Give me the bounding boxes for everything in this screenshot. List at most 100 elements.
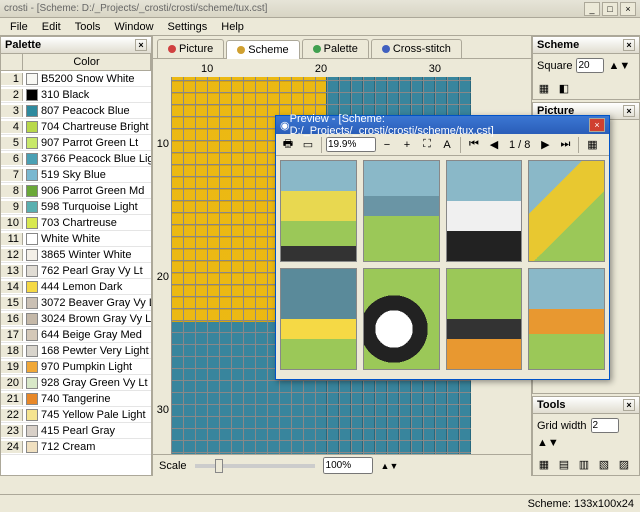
minimize-button[interactable]: _ <box>584 2 600 16</box>
grid-icon[interactable]: ▨ <box>615 455 633 473</box>
color-name: 415 Pearl Gray <box>41 425 151 437</box>
color-swatch <box>26 281 38 293</box>
color-swatch <box>26 265 38 277</box>
menu-file[interactable]: File <box>4 19 34 35</box>
tab-dot-icon <box>382 45 390 53</box>
square-input[interactable] <box>576 58 604 73</box>
next-page-icon[interactable]: ▶ <box>536 136 554 154</box>
preview-page[interactable] <box>363 268 440 370</box>
tab-picture[interactable]: Picture <box>157 39 224 58</box>
menubar: File Edit Tools Window Settings Help <box>0 18 640 36</box>
color-row[interactable]: 9598 Turquoise Light <box>1 199 151 215</box>
zoom-input[interactable] <box>326 137 376 152</box>
color-row[interactable]: 23415 Pearl Gray <box>1 423 151 439</box>
multipage-icon[interactable]: ▦ <box>583 136 601 154</box>
grid-icon[interactable]: ▧ <box>595 455 613 473</box>
color-row[interactable]: 11White White <box>1 231 151 247</box>
zoom-in-icon[interactable]: + <box>398 136 416 154</box>
scheme-close-icon[interactable]: × <box>623 39 635 51</box>
tool-icon[interactable]: ◧ <box>555 79 573 97</box>
color-swatch <box>26 73 38 85</box>
preview-page[interactable] <box>528 160 605 262</box>
scale-slider[interactable] <box>195 464 315 468</box>
color-row[interactable]: 63766 Peacock Blue Light <box>1 151 151 167</box>
tab-cross-stitch[interactable]: Cross-stitch <box>371 39 462 58</box>
text-icon[interactable]: A <box>438 136 456 154</box>
color-row[interactable]: 123865 Winter White <box>1 247 151 263</box>
menu-edit[interactable]: Edit <box>36 19 67 35</box>
preview-page[interactable] <box>280 268 357 370</box>
grid-icon[interactable]: ▤ <box>555 455 573 473</box>
tool-icon[interactable]: ▦ <box>535 79 553 97</box>
last-page-icon[interactable]: ⏭ <box>556 136 574 154</box>
color-name: 906 Parrot Green Md <box>41 185 151 197</box>
palette-close-icon[interactable]: × <box>135 39 147 51</box>
color-row[interactable]: 22745 Yellow Pale Light <box>1 407 151 423</box>
maximize-button[interactable]: □ <box>602 2 618 16</box>
preview-page[interactable] <box>446 268 523 370</box>
color-row[interactable]: 163024 Brown Gray Vy Lt <box>1 311 151 327</box>
close-button[interactable]: × <box>620 2 636 16</box>
color-row[interactable]: 21740 Tangerine <box>1 391 151 407</box>
status-text: Scheme: 133x100x24 <box>528 498 634 510</box>
tab-dot-icon <box>237 46 245 54</box>
color-row[interactable]: 153072 Beaver Gray Vy Lt <box>1 295 151 311</box>
grid-icon[interactable]: ▥ <box>575 455 593 473</box>
preview-page[interactable] <box>280 160 357 262</box>
color-name: 168 Pewter Very Light <box>41 345 151 357</box>
color-row[interactable]: 14444 Lemon Dark <box>1 279 151 295</box>
color-row[interactable]: 3807 Peacock Blue <box>1 103 151 119</box>
color-row[interactable]: 8906 Parrot Green Md <box>1 183 151 199</box>
page-setup-icon[interactable]: ▭ <box>299 136 317 154</box>
menu-settings[interactable]: Settings <box>162 19 214 35</box>
color-row[interactable]: 19970 Pumpkin Light <box>1 359 151 375</box>
color-row[interactable]: 4704 Chartreuse Bright <box>1 119 151 135</box>
preview-window[interactable]: ◉ Preview - [Scheme: D:/_Projects/_crost… <box>275 115 610 380</box>
color-row[interactable]: 7519 Sky Blue <box>1 167 151 183</box>
color-row[interactable]: 13762 Pearl Gray Vy Lt <box>1 263 151 279</box>
color-swatch <box>26 313 38 325</box>
color-row[interactable]: 2310 Black <box>1 87 151 103</box>
color-swatch <box>26 137 38 149</box>
preview-page[interactable] <box>446 160 523 262</box>
tab-palette[interactable]: Palette <box>302 39 369 58</box>
menu-window[interactable]: Window <box>108 19 159 35</box>
tools-panel-title: Tools <box>537 399 566 411</box>
preview-title: Preview - [Scheme: D:/_Projects/_crosti/… <box>290 113 589 137</box>
color-name: 3072 Beaver Gray Vy Lt <box>41 297 151 309</box>
color-row[interactable]: 1B5200 Snow White <box>1 71 151 87</box>
color-swatch <box>26 377 38 389</box>
picture-close-icon[interactable]: × <box>623 105 635 117</box>
scale-label: Scale <box>159 460 187 472</box>
scale-input[interactable] <box>323 457 373 474</box>
preview-page[interactable] <box>363 160 440 262</box>
preview-close-button[interactable]: × <box>589 118 605 132</box>
fit-icon[interactable]: ⛶ <box>418 136 436 154</box>
color-name: 519 Sky Blue <box>41 169 151 181</box>
menu-help[interactable]: Help <box>215 19 250 35</box>
color-row[interactable]: 17644 Beige Gray Med <box>1 327 151 343</box>
first-page-icon[interactable]: ⏮ <box>465 136 483 154</box>
grid-icon[interactable]: ▦ <box>535 455 553 473</box>
color-row[interactable]: 24712 Cream <box>1 439 151 455</box>
color-row[interactable]: 20928 Gray Green Vy Lt <box>1 375 151 391</box>
color-swatch <box>26 169 38 181</box>
grid-width-input[interactable] <box>591 418 619 433</box>
tab-scheme[interactable]: Scheme <box>226 40 299 59</box>
color-name: 704 Chartreuse Bright <box>41 121 151 133</box>
color-row[interactable]: 10703 Chartreuse <box>1 215 151 231</box>
window-title: crosti - [Scheme: D:/_Projects/_crosti/c… <box>4 3 584 14</box>
tab-dot-icon <box>313 45 321 53</box>
color-row[interactable]: 18168 Pewter Very Light <box>1 343 151 359</box>
print-icon[interactable]: 🖶 <box>279 136 297 154</box>
color-swatch <box>26 425 38 437</box>
color-name: 598 Turquoise Light <box>41 201 151 213</box>
color-swatch <box>26 201 38 213</box>
zoom-out-icon[interactable]: − <box>378 136 396 154</box>
color-name: 740 Tangerine <box>41 393 151 405</box>
prev-page-icon[interactable]: ◀ <box>485 136 503 154</box>
preview-page[interactable] <box>528 268 605 370</box>
menu-tools[interactable]: Tools <box>69 19 107 35</box>
tools-close-icon[interactable]: × <box>623 399 635 411</box>
color-row[interactable]: 5907 Parrot Green Lt <box>1 135 151 151</box>
